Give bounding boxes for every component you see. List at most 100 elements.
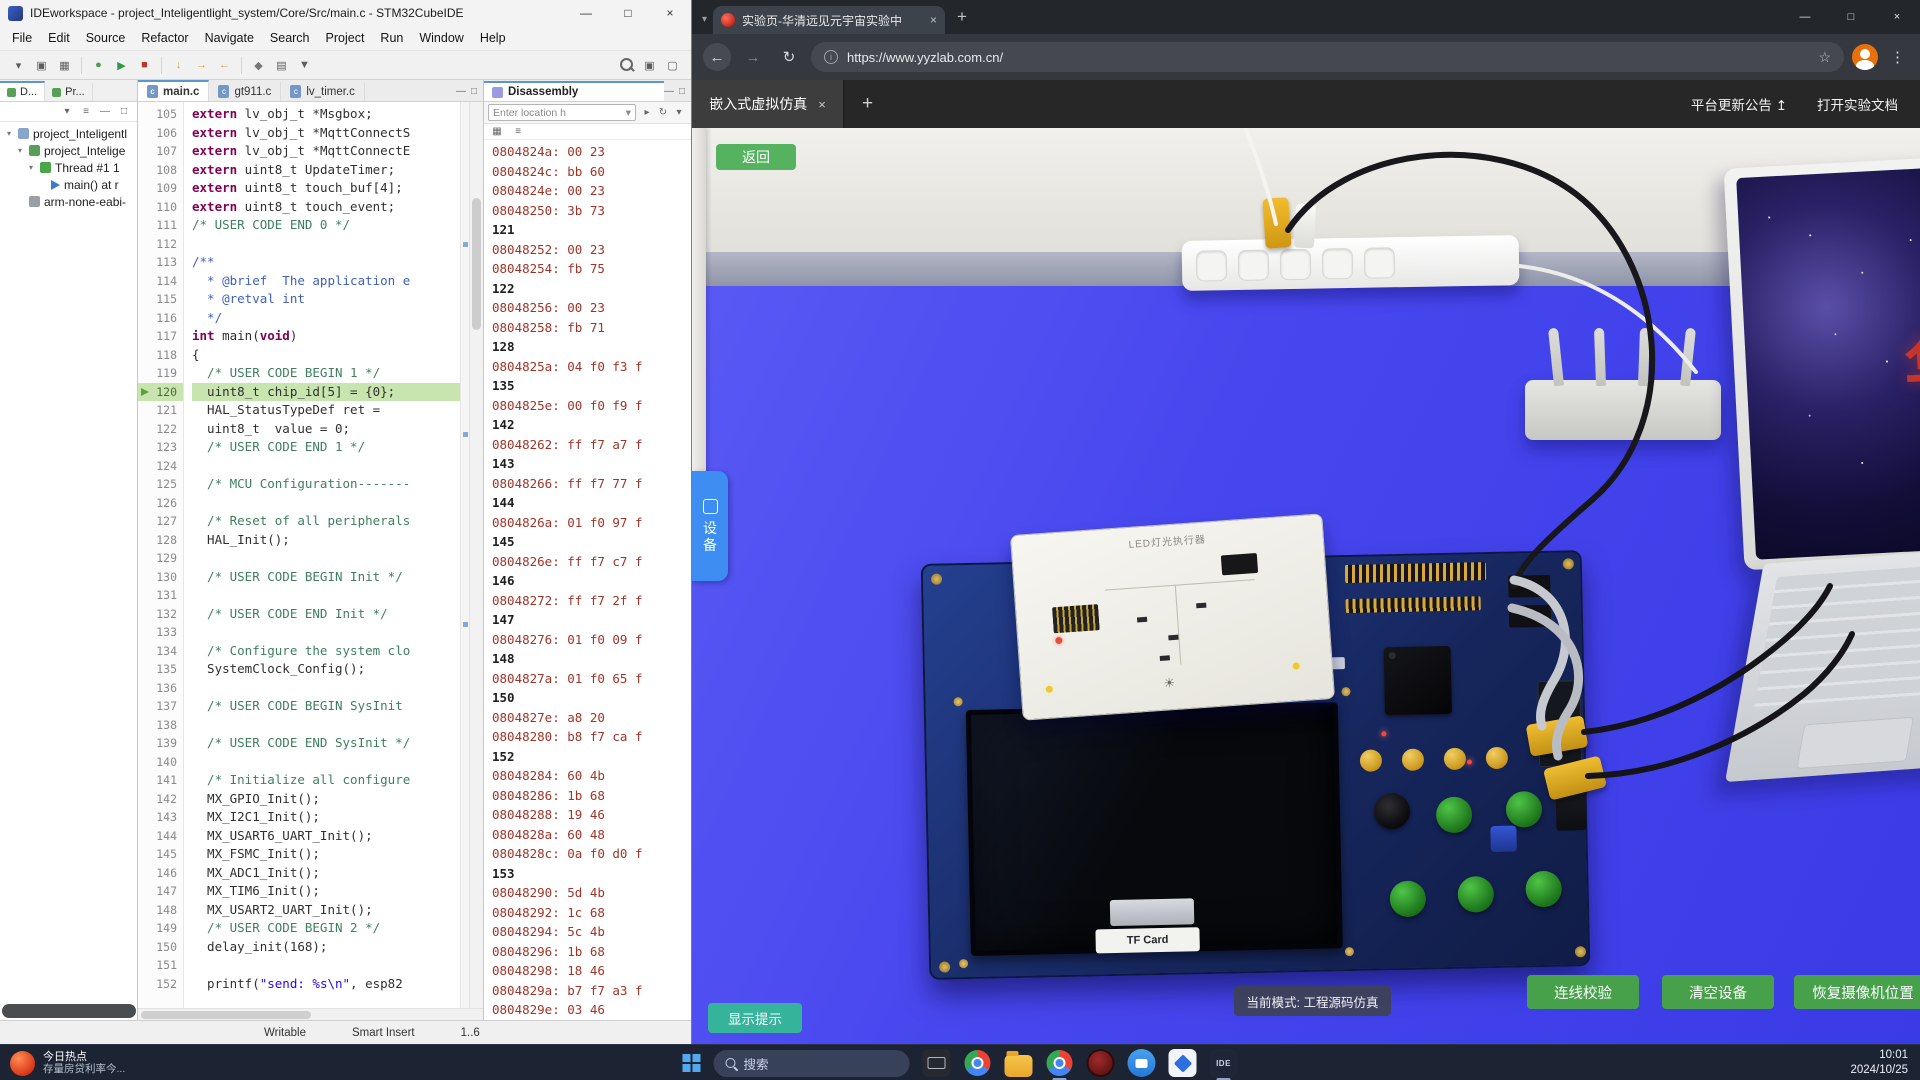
code-line[interactable]: MX_GPIO_Init(); (192, 790, 460, 809)
code-line[interactable]: HAL_StatusTypeDef ret = (192, 401, 460, 420)
code-line[interactable]: /* USER CODE END SysInit */ (192, 734, 460, 753)
line-number[interactable]: 131 (138, 586, 183, 605)
line-number[interactable]: 129 (138, 549, 183, 568)
maximize-panel-icon[interactable]: □ (116, 106, 132, 117)
code-line[interactable]: /* USER CODE BEGIN 2 */ (192, 919, 460, 938)
code-line[interactable] (192, 494, 460, 513)
line-number[interactable]: 147 (138, 882, 183, 901)
line-number[interactable]: 112 (138, 235, 183, 254)
line-number[interactable]: 124 (138, 457, 183, 476)
expander-icon[interactable]: ▾ (4, 129, 14, 138)
code-line[interactable]: delay_init(168); (192, 938, 460, 957)
code-line[interactable]: MX_FSMC_Init(); (192, 845, 460, 864)
code-line[interactable] (192, 753, 460, 772)
view-menu-icon[interactable]: ≡ (78, 106, 94, 117)
platform-notice-link[interactable]: 平台更新公告 ↥ (1691, 94, 1787, 114)
menu-run[interactable]: Run (372, 29, 411, 47)
browser-minimize-button[interactable]: — (1782, 0, 1828, 34)
line-number[interactable]: 118 (138, 346, 183, 365)
code-line[interactable]: uint8_t value = 0; (192, 420, 460, 439)
combo-dropdown-icon[interactable]: ▾ (626, 107, 631, 119)
taskbar-search[interactable]: 搜索 (714, 1050, 910, 1077)
line-number[interactable]: 150 (138, 938, 183, 957)
editor-scrollbar[interactable] (469, 102, 483, 1008)
code-line[interactable]: /* Initialize all configure (192, 771, 460, 790)
code-line[interactable]: SystemClock_Config(); (192, 660, 460, 679)
code-line[interactable] (192, 235, 460, 254)
yellow-button[interactable] (1486, 747, 1508, 769)
code-line[interactable] (192, 549, 460, 568)
clear-devices-button[interactable]: 清空设备 (1662, 975, 1774, 1009)
code-line[interactable]: extern uint8_t touch_buf[4]; (192, 179, 460, 198)
minimize-panel-icon[interactable]: — (97, 106, 113, 117)
power-adapter-plug[interactable] (1262, 197, 1291, 249)
line-number[interactable]: 110 (138, 198, 183, 217)
line-number[interactable]: 139 (138, 734, 183, 753)
code-line[interactable]: * @retval int (192, 290, 460, 309)
line-number[interactable]: 138 (138, 716, 183, 735)
editor-tab-lv_timer.c[interactable]: lv_timer.c (281, 82, 365, 101)
code-area[interactable]: extern lv_obj_t *Msgbox;extern lv_obj_t … (184, 102, 460, 1008)
code-line[interactable]: /* MCU Configuration------- (192, 475, 460, 494)
chrome-active-icon[interactable] (1046, 1049, 1074, 1077)
line-number[interactable]: 123 (138, 438, 183, 457)
editor-h-scrollbar[interactable] (138, 1008, 483, 1020)
code-line[interactable]: /* USER CODE END Init */ (192, 605, 460, 624)
led-actuator-board[interactable]: LED灯光执行器 ☀ (1010, 513, 1335, 720)
stop-icon[interactable]: ■ (134, 55, 155, 76)
maximize-editor-icon[interactable]: □ (471, 86, 477, 97)
editor-tab-main.c[interactable]: main.c (138, 80, 209, 101)
save-all-icon[interactable]: ▦ (54, 55, 75, 76)
line-number[interactable]: 142 (138, 790, 183, 809)
yellow-button[interactable] (1444, 748, 1466, 770)
perspective-c-icon[interactable]: ▢ (662, 55, 683, 76)
browser-close-button[interactable]: × (1874, 0, 1920, 34)
menu-project[interactable]: Project (318, 29, 373, 47)
line-number[interactable]: 111 (138, 216, 183, 235)
line-number[interactable]: 151 (138, 956, 183, 975)
widgets-button[interactable]: 今日热点 存量房贷利率今... (10, 1045, 125, 1080)
code-line[interactable]: /* Configure the system clo (192, 642, 460, 661)
line-number[interactable]: 120 (138, 383, 183, 402)
reload-button[interactable]: ↻ (775, 43, 803, 71)
forward-button[interactable]: → (739, 43, 767, 71)
line-number[interactable]: 109 (138, 179, 183, 198)
collapse-all-icon[interactable]: ▾ (59, 106, 75, 117)
line-number[interactable]: 134 (138, 642, 183, 661)
code-line[interactable]: extern uint8_t UpdateTimer; (192, 161, 460, 180)
ide-maximize-button[interactable]: □ (607, 0, 649, 26)
line-number[interactable]: 149 (138, 919, 183, 938)
laptop-keyboard[interactable] (1725, 545, 1920, 782)
add-sim-tab-button[interactable]: + (862, 93, 873, 115)
menu-edit[interactable]: Edit (40, 29, 78, 47)
code-line[interactable]: extern uint8_t touch_event; (192, 198, 460, 217)
show-hint-button[interactable]: 显示提示 (708, 1003, 802, 1033)
menu-refactor[interactable]: Refactor (133, 29, 196, 47)
start-button[interactable] (683, 1054, 701, 1072)
code-line[interactable]: uint8_t chip_id[5] = {0}; (192, 383, 460, 402)
line-number[interactable]: 116 (138, 309, 183, 328)
line-number[interactable]: 125 (138, 475, 183, 494)
wiring-check-button[interactable]: 连线校验 (1527, 975, 1639, 1009)
code-line[interactable]: /** (192, 253, 460, 272)
line-number[interactable]: 107 (138, 142, 183, 161)
code-line[interactable]: MX_TIM6_Init(); (192, 882, 460, 901)
expander-icon[interactable]: ▾ (26, 163, 36, 172)
code-line[interactable]: MX_I2C1_Init(); (192, 808, 460, 827)
menu-window[interactable]: Window (411, 29, 471, 47)
tab-disassembly[interactable]: Disassembly (484, 81, 664, 101)
messenger-icon[interactable] (1128, 1049, 1156, 1077)
line-number[interactable]: 128 (138, 531, 183, 550)
menu-navigate[interactable]: Navigate (197, 29, 262, 47)
scrollbar-thumb[interactable] (472, 198, 481, 330)
code-line[interactable] (192, 716, 460, 735)
code-line[interactable] (192, 457, 460, 476)
code-line[interactable]: * @brief The application e (192, 272, 460, 291)
step-into-icon[interactable]: ↓ (168, 55, 189, 76)
run-icon[interactable]: ▶ (111, 55, 132, 76)
overview-ruler[interactable] (460, 102, 469, 1008)
location-combo[interactable]: Enter location h ▾ (488, 104, 636, 121)
search-icon[interactable] (616, 55, 637, 76)
code-line[interactable] (192, 623, 460, 642)
new-menu-icon[interactable]: ▾ (8, 55, 29, 76)
